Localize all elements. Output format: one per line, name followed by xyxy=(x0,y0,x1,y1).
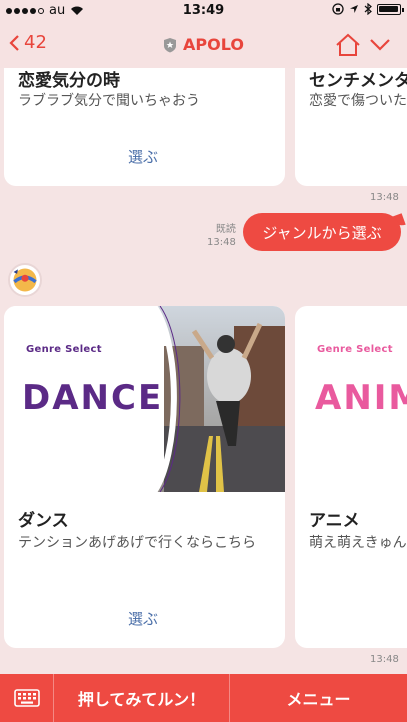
card-desc: ラブラブ気分で聞いちゃおう xyxy=(18,93,200,109)
card-desc: テンションあげあげで行くならこちら xyxy=(18,535,256,551)
keyboard-toggle-button[interactable] xyxy=(0,674,54,722)
status-bar: au 13:49 xyxy=(0,0,407,22)
card-title: センチメンタ xyxy=(309,71,407,91)
page-title-text: APOLO xyxy=(183,35,244,54)
card-desc: 萌え萌えきゅん xyxy=(309,535,407,551)
genre-card-anime[interactable]: Genre Select ANIM アニメ 萌え萌えきゅん xyxy=(295,306,407,648)
chat-header: 42 APOLO xyxy=(0,22,407,68)
official-badge-icon xyxy=(164,37,177,52)
read-receipt: 既読 13:48 xyxy=(207,223,236,249)
bot-avatar[interactable] xyxy=(8,263,42,297)
rotation-lock-icon xyxy=(332,3,344,15)
select-button[interactable]: 選ぶ xyxy=(128,146,158,167)
genre-select-label: Genre Select xyxy=(317,344,393,355)
home-icon[interactable] xyxy=(335,33,361,57)
genre-word: ANIM xyxy=(315,378,407,418)
dance-banner: Genre Select DANCE xyxy=(4,306,285,492)
card-desc: 恋愛で傷ついた xyxy=(309,93,407,109)
bottom-menu-bar: 押してみてルン！ メニュー xyxy=(0,674,407,722)
message-text: ジャンルから選ぶ xyxy=(262,223,382,242)
read-label: 既読 xyxy=(215,224,236,235)
card-title: ダンス xyxy=(18,511,69,531)
timestamp: 13:48 xyxy=(370,192,399,203)
battery-icon xyxy=(377,3,404,15)
menu-button[interactable]: メニュー xyxy=(230,674,407,722)
location-icon xyxy=(350,5,358,13)
push-button[interactable]: 押してみてルン！ xyxy=(54,674,230,722)
read-time: 13:48 xyxy=(207,237,236,248)
status-right xyxy=(332,3,404,15)
card-title: 恋愛気分の時 xyxy=(18,71,120,91)
menu-button-label: メニュー xyxy=(286,690,351,709)
push-button-label: 押してみてルン！ xyxy=(77,690,206,709)
keyboard-icon xyxy=(13,689,40,707)
message-bubble: ジャンルから選ぶ xyxy=(243,213,401,251)
chevron-down-icon[interactable] xyxy=(369,38,391,52)
bot-logo-icon xyxy=(13,268,37,292)
timestamp: 13:48 xyxy=(370,654,399,665)
select-button[interactable]: 選ぶ xyxy=(128,608,158,629)
bluetooth-icon xyxy=(364,3,372,15)
genre-select-label: Genre Select xyxy=(26,344,102,355)
genre-card-dance[interactable]: Genre Select DANCE ダンス テンションあげあげで行くならこちら… xyxy=(4,306,285,648)
card-title: アニメ xyxy=(309,511,360,531)
genre-card-sentimental[interactable]: センチメンタ 恋愛で傷ついた xyxy=(295,68,407,186)
genre-word: DANCE xyxy=(22,378,164,418)
genre-card-love[interactable]: 恋愛気分の時 ラブラブ気分で聞いちゃおう 選ぶ xyxy=(4,68,285,186)
